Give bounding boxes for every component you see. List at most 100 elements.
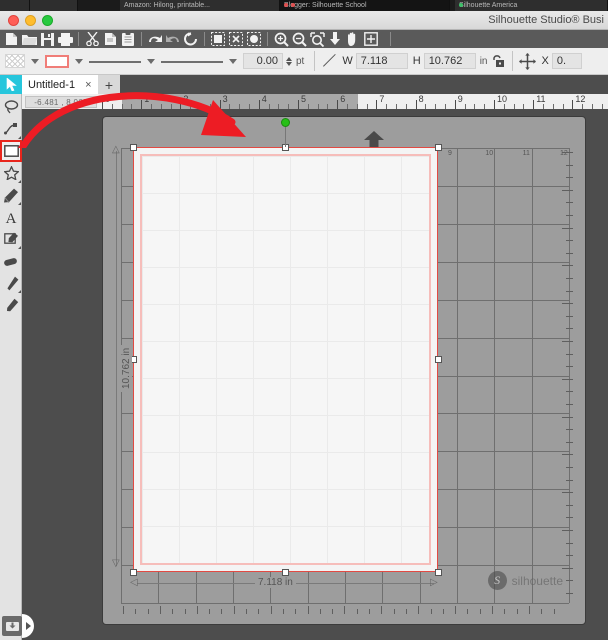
cutting-mat[interactable]: 123456789101112 △ ▽ 10.762 in <box>102 116 586 625</box>
chevron-down-icon[interactable] <box>31 58 39 64</box>
sidebar-tool-polygon[interactable] <box>0 162 22 184</box>
mat-tick <box>528 606 530 614</box>
rotation-handle[interactable] <box>281 118 290 127</box>
sidebar-tool-eraser[interactable] <box>0 250 22 272</box>
mat-tick <box>356 609 358 614</box>
selection-handle[interactable] <box>130 569 137 576</box>
mat-tick <box>172 609 174 614</box>
sidebar-tool-trace[interactable] <box>0 228 22 250</box>
tool-expand-corner-icon[interactable] <box>18 136 21 139</box>
tool-expand-corner-icon[interactable] <box>18 290 21 293</box>
tool-expand-corner-icon[interactable] <box>18 202 21 205</box>
ruler-tick-label: 7 <box>379 94 385 104</box>
zoom-in-icon[interactable] <box>272 30 290 48</box>
line-style-secondary-preview[interactable] <box>161 55 223 67</box>
move-tool-icon[interactable] <box>519 52 537 70</box>
zoom-out-icon[interactable] <box>290 30 308 48</box>
cut-scissors-icon[interactable] <box>83 30 101 48</box>
width-input[interactable]: 7.118 <box>355 53 408 69</box>
mat-tick <box>566 479 573 481</box>
height-input[interactable]: 10.762 <box>423 53 476 69</box>
chevron-down-icon[interactable] <box>229 58 237 64</box>
undo-icon[interactable] <box>146 30 164 48</box>
page-grid-line <box>142 452 429 453</box>
background-browser-window: Amazon: Hilong, printable... Blogger: Si… <box>0 0 608 11</box>
mat-tick <box>566 290 573 292</box>
x-input[interactable]: 0. <box>551 53 582 69</box>
fit-to-page-icon[interactable] <box>326 30 344 48</box>
toolbar-separator <box>512 51 514 71</box>
mat-tick <box>381 606 383 614</box>
mat-tick <box>566 504 573 506</box>
chevron-right-icon <box>25 622 31 630</box>
selection-handle[interactable] <box>435 144 442 151</box>
line-weight-stepper[interactable] <box>286 56 292 66</box>
zoom-selection-icon[interactable] <box>308 30 326 48</box>
sidebar-tool-text[interactable]: A <box>0 206 22 228</box>
sidebar-tool-draw-line[interactable] <box>0 184 22 206</box>
page-sheet[interactable] <box>133 147 438 572</box>
fill-pattern-swatch[interactable] <box>5 54 25 68</box>
mat-tick <box>455 606 457 614</box>
ruler-major-tick <box>533 100 535 109</box>
silhouette-mark-icon: S <box>487 571 507 590</box>
selection-arrow-tool[interactable] <box>0 75 22 94</box>
width-label: W <box>342 55 353 67</box>
refresh-icon[interactable] <box>182 30 200 48</box>
chevron-down-icon[interactable] <box>75 58 83 64</box>
aspect-lock-icon[interactable] <box>491 53 506 69</box>
page-grid-line <box>142 341 429 342</box>
document-tab[interactable]: Untitled-1 × <box>22 75 98 94</box>
open-folder-icon[interactable] <box>20 30 38 48</box>
design-canvas[interactable]: 123456789101112 △ ▽ 10.762 in <box>22 109 608 640</box>
select-inverse-icon[interactable] <box>245 30 263 48</box>
mat-tick <box>307 606 309 614</box>
paste-clipboard-icon[interactable] <box>119 30 137 48</box>
selection-handle[interactable] <box>435 356 442 363</box>
send-to-silhouette-button[interactable] <box>2 616 22 636</box>
selected-rectangle-shape[interactable] <box>140 154 431 565</box>
mat-tick <box>562 303 573 305</box>
pan-hand-icon[interactable] <box>344 30 362 48</box>
zoom-window-button[interactable] <box>42 15 53 26</box>
copy-icon[interactable] <box>101 30 119 48</box>
ruler-tick-label: 0 <box>105 94 111 104</box>
mat-tick <box>562 530 573 531</box>
select-all-icon[interactable] <box>209 30 227 48</box>
toolbar-separator <box>267 32 268 46</box>
sidebar-tool-edit-points[interactable] <box>0 118 22 140</box>
selection-handle[interactable] <box>130 144 137 151</box>
minimize-window-button[interactable] <box>25 15 36 26</box>
close-icon[interactable]: × <box>85 79 91 91</box>
redo-icon[interactable] <box>164 30 182 48</box>
silhouette-wordmark: silhouette <box>511 573 563 588</box>
stroke-color-swatch[interactable] <box>45 54 69 68</box>
print-icon[interactable] <box>56 30 74 48</box>
new-tab-button[interactable]: + <box>98 75 120 94</box>
line-style-preview[interactable] <box>89 55 141 67</box>
page-grid-line <box>142 156 143 563</box>
mat-tick <box>562 567 573 569</box>
close-window-button[interactable] <box>8 15 19 26</box>
chevron-down-icon[interactable] <box>147 58 155 64</box>
sidebar-tool-eyedropper[interactable] <box>0 294 22 316</box>
sidebar-tool-lasso[interactable] <box>0 96 22 118</box>
new-document-icon[interactable] <box>2 30 20 48</box>
selection-handle[interactable] <box>282 569 289 576</box>
line-tool-icon[interactable] <box>321 53 337 69</box>
horizontal-ruler[interactable]: 0 1 2 3 4 5 6 7 8 9 10 11 12 <box>22 94 608 109</box>
tool-expand-corner-icon[interactable] <box>18 180 21 183</box>
sidebar-tool-rectangle[interactable] <box>0 140 22 162</box>
tool-expand-corner-icon[interactable] <box>18 246 21 249</box>
zoom-region-icon[interactable] <box>362 30 380 48</box>
mat-tick <box>566 177 573 179</box>
line-weight-input[interactable]: 0.00 <box>243 53 283 69</box>
mat-tick <box>562 227 573 229</box>
deselect-all-icon[interactable] <box>227 30 245 48</box>
mat-tick <box>566 429 573 431</box>
mat-grid-number: 10 <box>485 150 494 157</box>
save-icon[interactable] <box>38 30 56 48</box>
sidebar-tool-knife[interactable] <box>0 272 22 294</box>
mat-tick <box>282 609 284 614</box>
selection-handle[interactable] <box>435 569 442 576</box>
